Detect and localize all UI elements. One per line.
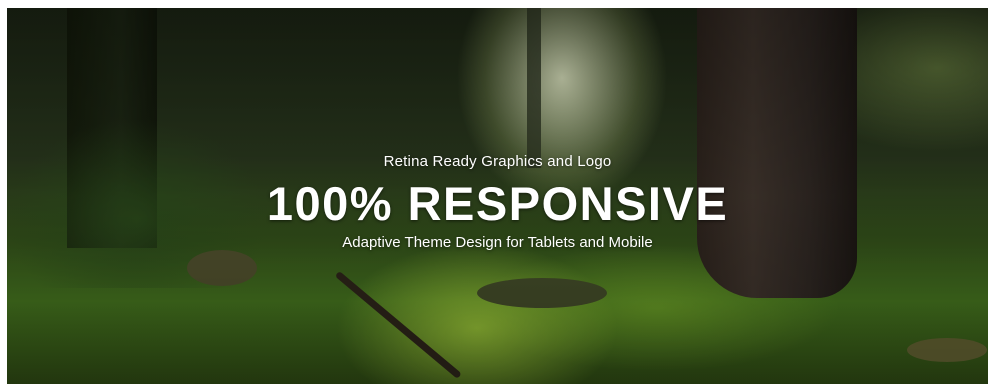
- hero-banner: Retina Ready Graphics and Logo 100% RESP…: [7, 8, 988, 384]
- hero-subline-text: Adaptive Theme Design for Tablets and Mo…: [342, 234, 653, 251]
- hero-headline: 100% RESPONSIVE: [266, 177, 729, 230]
- hero-kicker-text: Retina Ready Graphics and Logo: [383, 153, 612, 170]
